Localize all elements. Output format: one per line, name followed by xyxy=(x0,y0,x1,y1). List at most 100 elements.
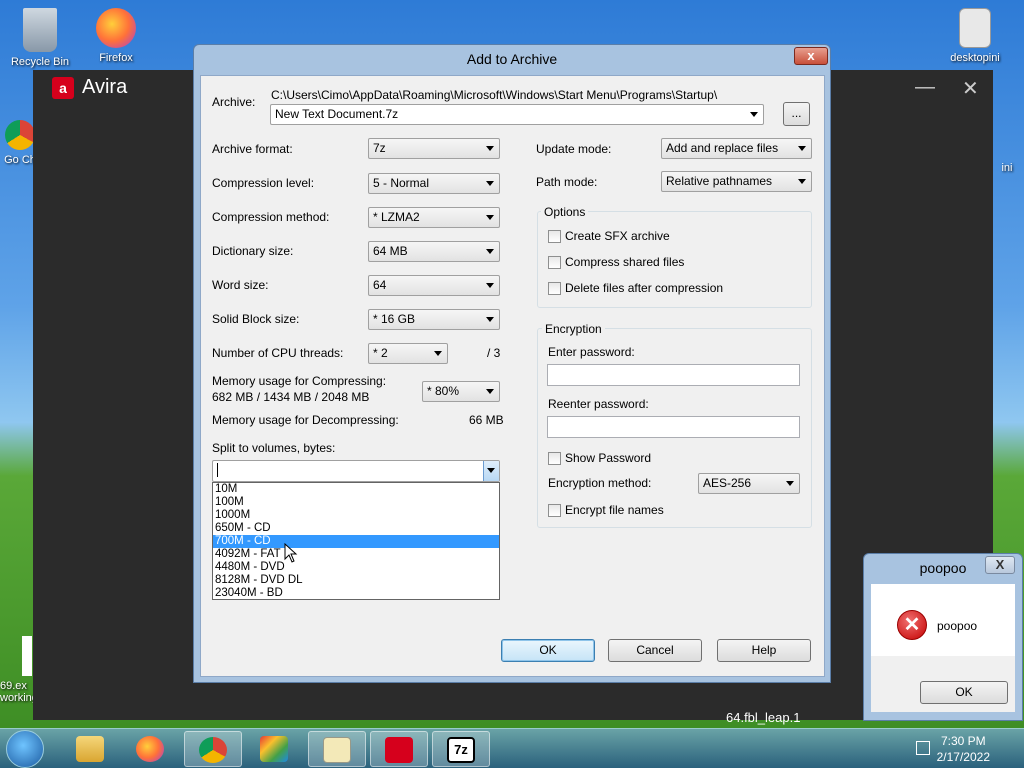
start-button[interactable] xyxy=(6,730,44,768)
ok-button[interactable]: OK xyxy=(501,639,595,662)
chevron-down-icon xyxy=(487,468,495,473)
archive-format-label: Archive format: xyxy=(212,142,293,156)
chevron-down-icon xyxy=(486,146,494,151)
taskbar-explorer[interactable] xyxy=(62,731,120,767)
split-volumes-label: Split to volumes, bytes: xyxy=(212,441,336,455)
chevron-down-icon xyxy=(486,181,494,186)
checkbox-box[interactable] xyxy=(548,451,561,465)
error-message: poopoo xyxy=(937,619,978,633)
firefox-desktop-icon[interactable]: Firefox xyxy=(78,8,154,64)
path-mode-label: Path mode: xyxy=(536,175,598,189)
split-option[interactable]: 10M xyxy=(213,483,499,496)
dictionary-size-select[interactable]: 64 MB xyxy=(368,241,500,262)
network-icon[interactable] xyxy=(916,741,930,755)
memory-percent-value: * 80% xyxy=(427,384,460,398)
split-volumes-list: 10M 100M 1000M 650M - CD 700M - CD 4092M… xyxy=(212,482,500,600)
split-volumes-combo[interactable] xyxy=(212,460,500,482)
chevron-down-icon xyxy=(486,249,494,254)
compress-shared-checkbox[interactable]: Compress shared files xyxy=(548,255,684,269)
dialog-close-button[interactable]: x xyxy=(794,47,828,65)
compress-shared-label: Compress shared files xyxy=(565,255,685,269)
taskbar-chrome[interactable] xyxy=(184,731,242,767)
password-input[interactable] xyxy=(547,364,800,386)
path-mode-value: Relative pathnames xyxy=(666,174,773,188)
compression-level-select[interactable]: 5 - Normal xyxy=(368,173,500,194)
reenter-password-input[interactable] xyxy=(547,416,800,438)
split-option[interactable]: 650M - CD xyxy=(213,522,499,535)
dictionary-size-label: Dictionary size: xyxy=(212,244,294,258)
split-option-selected[interactable]: 700M - CD xyxy=(213,535,499,548)
taskbar-avira[interactable] xyxy=(370,731,428,767)
split-option[interactable]: 8128M - DVD DL xyxy=(213,574,499,587)
memory-decompress-value: 66 MB xyxy=(469,413,504,427)
chevron-down-icon xyxy=(798,179,806,184)
taskbar-script[interactable] xyxy=(308,731,366,767)
solid-block-value: * 16 GB xyxy=(373,312,416,326)
compression-method-select[interactable]: * LZMA2 xyxy=(368,207,500,228)
avira-close-button[interactable]: ✕ xyxy=(962,76,979,101)
recycle-bin-label: Recycle Bin xyxy=(10,56,70,68)
checkbox-box[interactable] xyxy=(548,229,561,243)
compression-method-value: * LZMA2 xyxy=(373,210,420,224)
word-size-select[interactable]: 64 xyxy=(368,275,500,296)
encryption-method-select[interactable]: AES-256 xyxy=(698,473,800,494)
update-mode-select[interactable]: Add and replace files xyxy=(661,138,812,159)
enter-password-label: Enter password: xyxy=(548,345,635,359)
split-option[interactable]: 23040M - BD xyxy=(213,587,499,600)
dialog-title: Add to Archive xyxy=(466,51,558,67)
cpu-threads-total: / 3 xyxy=(487,346,501,360)
taskbar-app[interactable] xyxy=(246,731,304,767)
taskbar-clock[interactable]: 7:30 PM 2/17/2022 xyxy=(937,733,990,765)
encryption-method-value: AES-256 xyxy=(703,476,752,490)
options-title: Options xyxy=(541,205,589,219)
split-option[interactable]: 4092M - FAT xyxy=(213,548,499,561)
delete-files-checkbox[interactable]: Delete files after compression xyxy=(548,281,723,295)
create-sfx-checkbox[interactable]: Create SFX archive xyxy=(548,229,670,243)
archive-format-select[interactable]: 7z xyxy=(368,138,500,159)
taskbar-7zip[interactable]: 7z xyxy=(432,731,490,767)
encrypt-names-checkbox[interactable]: Encrypt file names xyxy=(548,503,664,517)
mouse-cursor-icon xyxy=(284,543,298,563)
help-button[interactable]: Help xyxy=(717,639,811,662)
update-mode-label: Update mode: xyxy=(536,142,612,156)
dictionary-size-value: 64 MB xyxy=(373,244,408,258)
error-ok-button[interactable]: OK xyxy=(920,681,1008,704)
desktopini-icon[interactable]: desktopini xyxy=(930,8,1020,64)
checkbox-box[interactable] xyxy=(548,281,561,295)
7zip-icon: 7z xyxy=(447,737,475,763)
encryption-method-label: Encryption method: xyxy=(548,476,652,490)
archive-label: Archive: xyxy=(212,95,256,109)
browse-button[interactable]: ... xyxy=(783,102,810,126)
cpu-threads-select[interactable]: * 2 xyxy=(368,343,448,364)
checkbox-box[interactable] xyxy=(548,255,561,269)
memory-percent-select[interactable]: * 80% xyxy=(422,381,500,402)
folder-icon xyxy=(76,736,104,762)
clock-time: 7:30 PM xyxy=(940,734,986,748)
path-mode-select[interactable]: Relative pathnames xyxy=(661,171,812,192)
split-option[interactable]: 100M xyxy=(213,496,499,509)
solid-block-label: Solid Block size: xyxy=(212,312,300,326)
chrome-icon xyxy=(199,737,227,763)
create-sfx-label: Create SFX archive xyxy=(565,229,670,243)
error-close-button[interactable]: X xyxy=(985,556,1015,574)
split-volumes-input[interactable] xyxy=(217,463,219,477)
avira-title-text: Avira xyxy=(82,76,128,98)
error-footer: OK xyxy=(871,656,1015,712)
chevron-down-icon xyxy=(486,389,494,394)
avira-minimize-button[interactable]: — xyxy=(915,76,935,99)
archive-name-combo[interactable]: New Text Document.7z xyxy=(270,104,764,125)
chevron-down-icon xyxy=(486,283,494,288)
desktopini-label: desktopini xyxy=(950,52,1000,64)
taskbar-firefox[interactable] xyxy=(122,731,180,767)
memory-compress-value: 682 MB / 1434 MB / 2048 MB xyxy=(212,390,370,404)
cancel-button[interactable]: Cancel xyxy=(608,639,702,662)
split-option[interactable]: 1000M xyxy=(213,509,499,522)
split-option[interactable]: 4480M - DVD xyxy=(213,561,499,574)
script-icon xyxy=(323,737,351,763)
solid-block-select[interactable]: * 16 GB xyxy=(368,309,500,330)
cpu-threads-label: Number of CPU threads: xyxy=(212,346,344,360)
recycle-bin-icon[interactable]: Recycle Bin xyxy=(2,8,78,68)
checkbox-box[interactable] xyxy=(548,503,561,517)
avira-icon xyxy=(385,737,413,763)
show-password-checkbox[interactable]: Show Password xyxy=(548,451,651,465)
